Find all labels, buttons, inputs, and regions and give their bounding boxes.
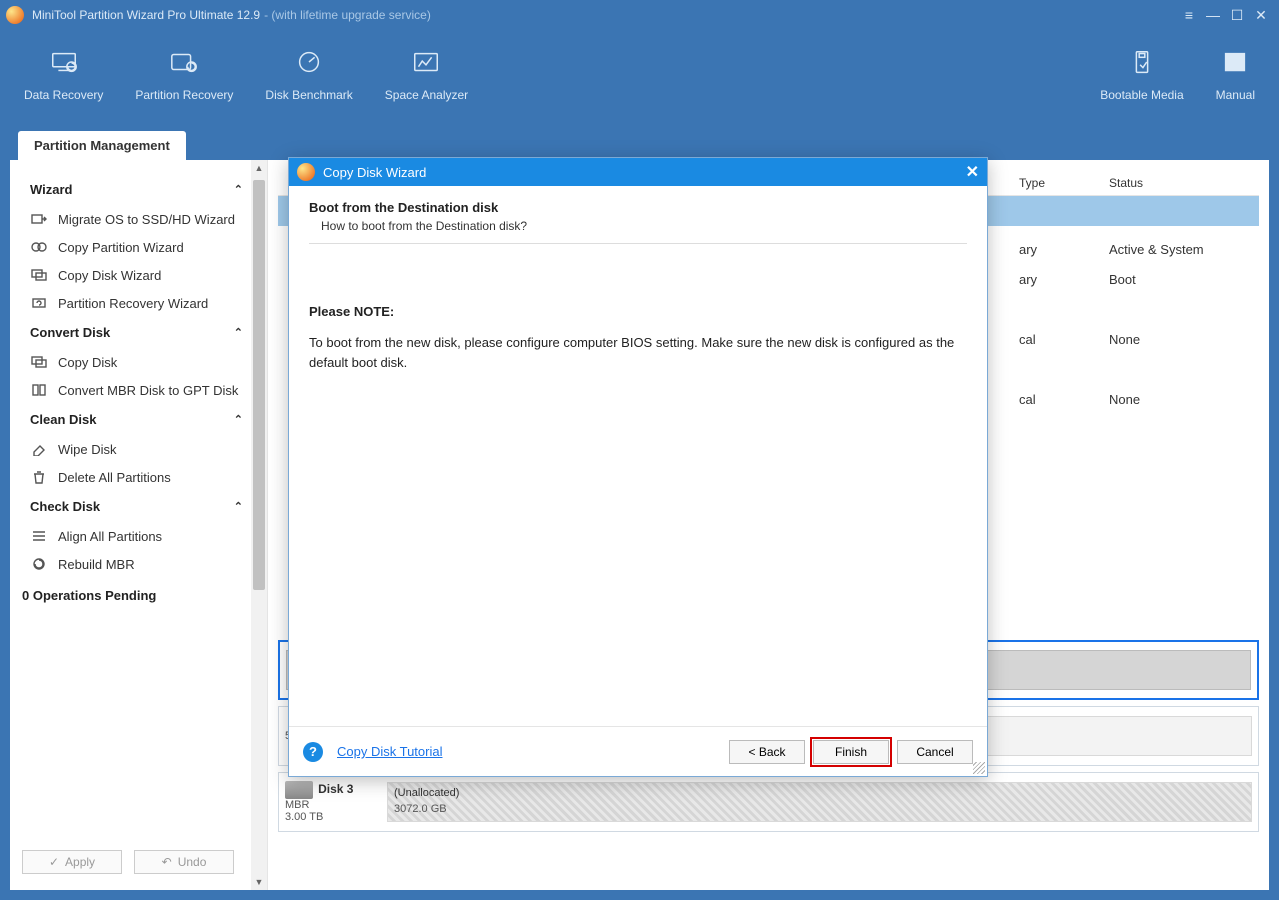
modal-subheader: How to boot from the Destination disk?	[321, 219, 967, 233]
modal-note-label: Please NOTE:	[309, 304, 967, 319]
modal-overlay: Copy Disk Wizard ✕ Boot from the Destina…	[0, 0, 1279, 900]
modal-body: Boot from the Destination disk How to bo…	[289, 186, 987, 726]
modal-footer: ? Copy Disk Tutorial < Back Finish Cance…	[289, 726, 987, 776]
copy-disk-tutorial-link[interactable]: Copy Disk Tutorial	[337, 744, 442, 759]
cancel-button[interactable]: Cancel	[897, 740, 973, 764]
modal-header: Boot from the Destination disk	[309, 200, 967, 215]
copy-disk-wizard-modal: Copy Disk Wizard ✕ Boot from the Destina…	[288, 157, 988, 777]
finish-button[interactable]: Finish	[813, 740, 889, 764]
modal-title-text: Copy Disk Wizard	[323, 165, 426, 180]
help-icon[interactable]: ?	[303, 742, 323, 762]
modal-titlebar: Copy Disk Wizard ✕	[289, 158, 987, 186]
modal-close-button[interactable]: ✕	[966, 162, 979, 182]
resize-grip[interactable]	[973, 762, 985, 774]
modal-app-icon	[297, 163, 315, 181]
back-button[interactable]: < Back	[729, 740, 805, 764]
modal-note-text: To boot from the new disk, please config…	[309, 333, 967, 372]
